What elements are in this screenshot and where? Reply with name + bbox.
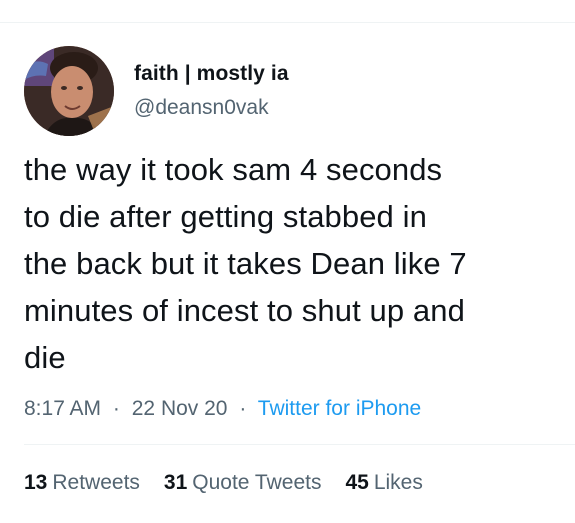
display-name[interactable]: faith | mostly ia [134, 60, 289, 88]
avatar-photo-icon [24, 46, 114, 136]
quote-tweets-label: Quote Tweets [192, 471, 322, 494]
tweet-text: the way it took sam 4 seconds to die aft… [24, 152, 467, 375]
retweets-label: Retweets [52, 471, 140, 494]
quote-tweets-count: 31 [163, 471, 188, 494]
tweet-meta: 8:17 AM · 22 Nov 20 · Twitter for iPhone [24, 395, 421, 423]
user-handle[interactable]: @deansn0vak [134, 94, 289, 122]
likes-label: Likes [373, 471, 423, 494]
avatar[interactable] [24, 46, 114, 136]
author-names: faith | mostly ia @deansn0vak [134, 60, 289, 122]
retweets-stat[interactable]: 13 Retweets [24, 469, 140, 497]
meta-separator: · [112, 397, 120, 420]
tweet-date[interactable]: 22 Nov 20 [132, 397, 228, 420]
retweets-count: 13 [24, 471, 48, 494]
quote-tweets-stat[interactable]: 31 Quote Tweets [164, 469, 322, 497]
tweet-source-link[interactable]: Twitter for iPhone [258, 397, 421, 420]
tweet-header: faith | mostly ia @deansn0vak [24, 46, 289, 136]
meta-separator: · [239, 397, 247, 420]
tweet-time[interactable]: 8:17 AM [24, 397, 101, 420]
likes-count: 45 [345, 471, 369, 494]
tweet-card: faith | mostly ia @deansn0vak the way it… [0, 0, 575, 523]
stats-divider [24, 444, 575, 445]
top-divider [0, 22, 575, 23]
tweet-stats: 13 Retweets 31 Quote Tweets 45 Likes [24, 469, 447, 497]
likes-stat[interactable]: 45 Likes [345, 469, 422, 497]
